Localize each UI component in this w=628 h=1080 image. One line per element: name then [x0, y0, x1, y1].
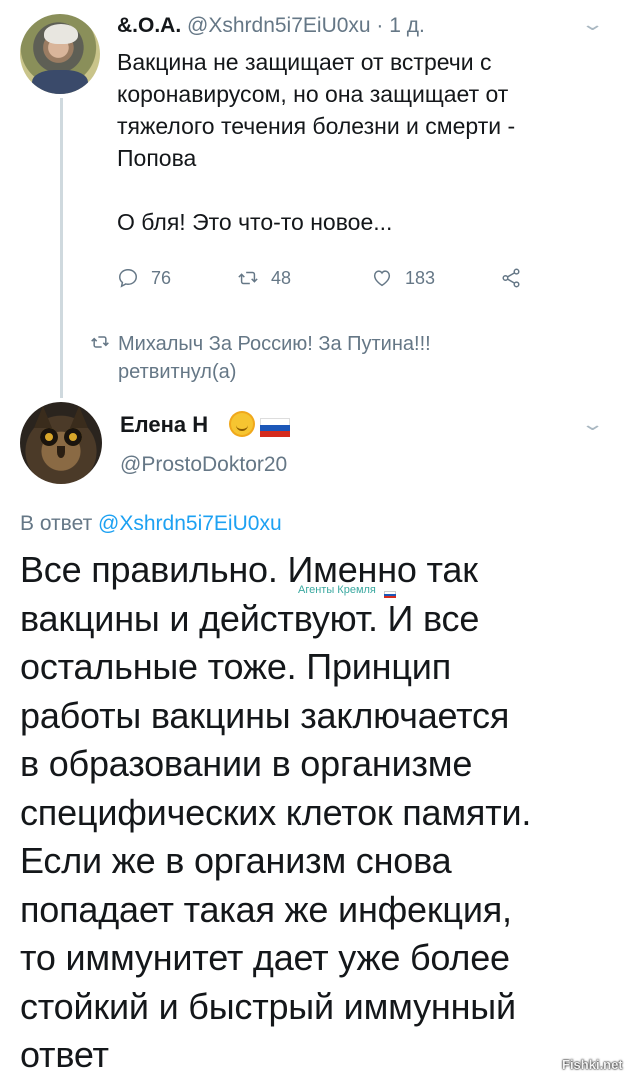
avatar[interactable]: [20, 14, 100, 94]
avatar-shirt: [32, 70, 88, 94]
share-button[interactable]: [500, 267, 534, 289]
reply-prefix: В ответ: [20, 512, 99, 535]
russia-flag-icon: [260, 418, 290, 437]
retweet-button[interactable]: 48: [237, 267, 291, 289]
chevron-down-icon[interactable]: ⌄: [580, 414, 604, 435]
tweet-text: Вакцина не защищает от встречи с коронав…: [117, 49, 516, 235]
like-button[interactable]: 183: [371, 267, 435, 289]
retweet-icon: [238, 271, 258, 285]
avatar[interactable]: [20, 402, 102, 484]
avatar-hair: [44, 24, 78, 44]
reply-context: В ответ @Xshrdn5i7EiU0xu: [20, 512, 282, 536]
owl-ear: [70, 406, 88, 428]
author-handle[interactable]: @ProstoDoktor20: [120, 453, 287, 477]
author-name[interactable]: Елена Н: [120, 412, 208, 438]
retweet-icon: [91, 336, 109, 348]
author-name[interactable]: &.O.A.: [117, 14, 181, 37]
reply-count: 76: [151, 267, 172, 288]
reply-button[interactable]: 76: [117, 267, 171, 289]
tweet-time[interactable]: 1 д.: [389, 14, 425, 37]
tweet-actions: 76 48 183: [117, 267, 537, 297]
owl-ear: [34, 406, 52, 428]
watermark: Fishki.net: [562, 1057, 623, 1072]
retweet-count: 48: [271, 267, 292, 288]
header-separator: ·: [370, 14, 390, 37]
like-icon: [373, 270, 391, 287]
owl-eye: [64, 428, 82, 446]
chevron-down-icon[interactable]: ⌄: [580, 14, 604, 35]
retweet-notice-text: Михалыч За Россию! За Путина!!! ретвитну…: [118, 333, 431, 383]
share-icon: [502, 268, 520, 288]
reply-handle-link[interactable]: @Xshrdn5i7EiU0xu: [98, 512, 282, 535]
overlay-caption: Агенты Кремля: [298, 584, 376, 596]
tweet-header: &.O.A. @Xshrdn5i7EiU0xu · 1 д.: [117, 14, 425, 38]
author-handle[interactable]: @Xshrdn5i7EiU0xu: [187, 14, 371, 37]
owl-beak: [57, 446, 65, 458]
sun-face-icon: [231, 413, 253, 435]
thread-line: [60, 98, 63, 398]
like-count: 183: [405, 267, 436, 288]
owl-eye: [40, 428, 58, 446]
russia-flag-icon: [384, 591, 396, 598]
tweet-original[interactable]: &.O.A. @Xshrdn5i7EiU0xu · 1 д. ⌄ Вакцина…: [0, 0, 628, 398]
reply-icon: [119, 269, 137, 288]
tweet-text: Все правильно. Именно так вакцины и дейс…: [20, 549, 532, 1075]
